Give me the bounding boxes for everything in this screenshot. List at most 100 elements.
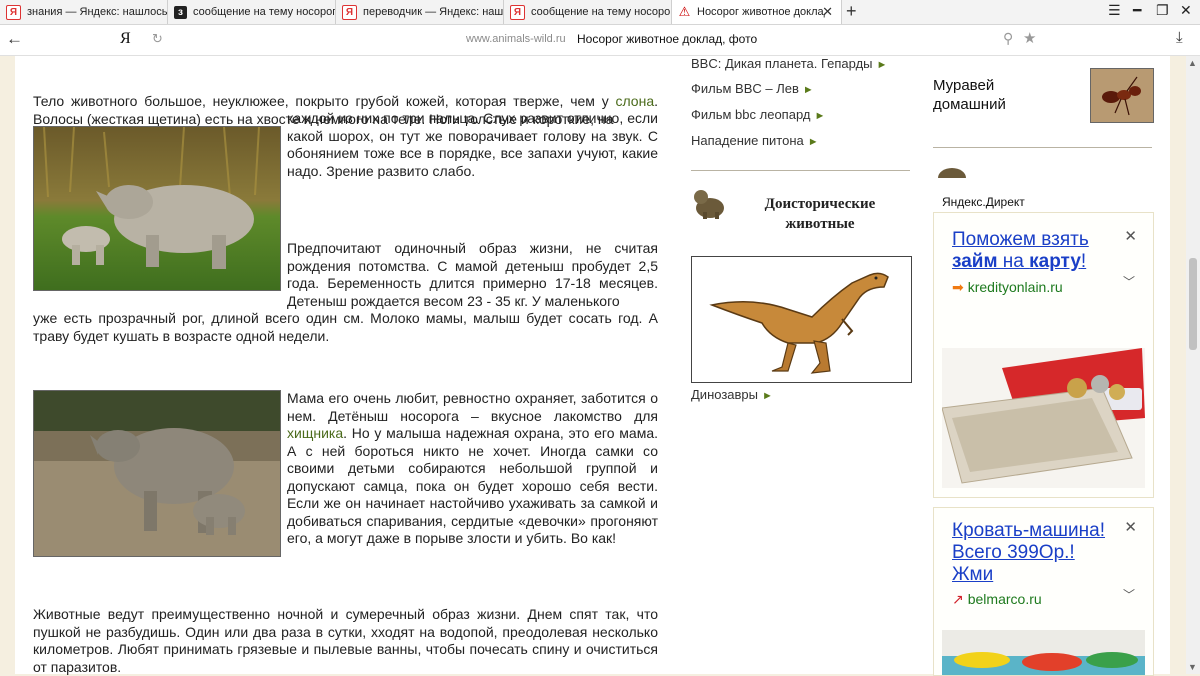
link-text[interactable]: Фильм BBC – Лев: [691, 81, 799, 96]
yandex-direct-label[interactable]: Яндекс.Директ: [942, 195, 1025, 209]
arrow-right-icon: ➡: [952, 279, 964, 295]
close-icon[interactable]: ✕: [1124, 518, 1137, 536]
search-icon[interactable]: ⚲: [1003, 30, 1013, 47]
link-bbc-lion[interactable]: Фильм BBC – Лев ►: [691, 81, 814, 96]
link-elephant[interactable]: слона: [615, 93, 654, 109]
article-paragraph-4: Животные ведут преимущественно ночной и …: [33, 606, 658, 675]
address-page-title[interactable]: Носорог животное доклад, фото: [577, 32, 757, 46]
ad-title-bold[interactable]: займ: [952, 251, 998, 272]
ad-title-line[interactable]: на: [998, 251, 1030, 272]
arrow-diagonal-icon: ↗: [952, 591, 964, 607]
ad-block-1[interactable]: Поможем взять займ на карту! ✕ ﹀ ➡ kredit…: [933, 212, 1154, 498]
ad-title-line[interactable]: Жми: [952, 564, 993, 585]
link-dinosaurs[interactable]: Динозавры ►: [691, 387, 773, 402]
prehistoric-animals-title[interactable]: Доисторические животные: [740, 194, 900, 234]
ad-domain-text[interactable]: belmarco.ru: [968, 591, 1042, 607]
rhino-photo-1: [33, 126, 281, 291]
ad-money-image[interactable]: [941, 348, 1145, 488]
article-paragraph-3: Мама его очень любит, ревностно охраняет…: [287, 390, 658, 548]
prehistoric-animal-icon: [691, 186, 729, 220]
new-tab-button[interactable]: +: [846, 1, 857, 22]
ad-block-2[interactable]: Кровать-машина! Всего 399Ор.! Жми ✕ ﹀ ↗ b…: [933, 507, 1154, 676]
link-python-attack[interactable]: Нападение питона ►: [691, 133, 819, 148]
ad-title[interactable]: Кровать-машина! Всего 399Ор.! Жми: [952, 520, 1105, 586]
arrow-icon: ►: [762, 390, 773, 402]
text: . Но у малыша надежная охрана, это его м…: [287, 425, 658, 546]
close-tab-icon[interactable]: ✕: [822, 4, 833, 20]
arrow-icon: ►: [814, 110, 826, 122]
animal-thumb-icon: [933, 164, 971, 178]
scrollbar-thumb[interactable]: [1189, 258, 1197, 350]
scroll-up-arrow-icon[interactable]: ▲: [1188, 58, 1197, 68]
address-domain[interactable]: www.animals-wild.ru: [466, 33, 566, 45]
close-window-icon[interactable]: ✕: [1180, 2, 1192, 19]
arrow-icon: ►: [807, 136, 819, 148]
back-arrow-icon[interactable]: ←: [6, 29, 23, 49]
ad-bed-image[interactable]: [942, 630, 1145, 675]
yandex-logo[interactable]: Я: [120, 30, 131, 48]
close-icon[interactable]: ✕: [1124, 227, 1137, 245]
ad-title-line[interactable]: Поможем взять: [952, 229, 1089, 250]
tab-bar: Я знания — Яндекс: нашлось 8 з сообщение…: [0, 0, 1200, 25]
reload-icon[interactable]: ↻: [152, 31, 163, 47]
yandex-icon: Я: [510, 4, 525, 20]
menu-icon[interactable]: ☰: [1108, 2, 1121, 19]
link-bbc-leopard[interactable]: Фильм bbc леопард ►: [691, 107, 825, 122]
rhino-photo-2: [33, 390, 281, 557]
ad-title[interactable]: Поможем взять займ на карту!: [952, 229, 1089, 273]
yandex-icon: Я: [6, 4, 21, 20]
link-text[interactable]: BBC: Дикая планета. Гепарды: [691, 56, 873, 71]
link-text[interactable]: Фильм bbc леопард: [691, 107, 810, 122]
yandex-icon: Я: [342, 4, 357, 20]
ad-title-bold[interactable]: карту: [1029, 251, 1081, 272]
article-paragraph-1-wrap: каждой из них по три пальца. Слух развит…: [287, 110, 658, 179]
text: Тело животного большое, неуклюжее, покры…: [33, 93, 616, 109]
scrollbar[interactable]: ▲ ▼: [1186, 56, 1200, 674]
chevron-down-icon[interactable]: ﹀: [1123, 586, 1135, 603]
link-text[interactable]: Нападение питона: [691, 133, 804, 148]
ad-domain[interactable]: ➡ kredityonlain.ru: [952, 279, 1063, 296]
tab-2[interactable]: з сообщение на тему носорог: [168, 0, 336, 24]
download-icon[interactable]: ⤓: [1176, 29, 1183, 46]
chevron-down-icon[interactable]: ﹀: [1123, 273, 1135, 290]
title-line[interactable]: животные: [785, 216, 854, 232]
link-predator[interactable]: хищника: [287, 425, 343, 441]
article-paragraph-2-full: уже есть прозрачный рог, длиной всего од…: [33, 310, 658, 344]
link-bbc-cheetahs[interactable]: BBC: Дикая планета. Гепарды ►: [691, 56, 887, 71]
tab-1[interactable]: Я знания — Яндекс: нашлось 8: [0, 0, 168, 24]
minimize-icon[interactable]: ━: [1133, 2, 1141, 19]
restore-icon[interactable]: ❐: [1156, 2, 1169, 19]
title-line[interactable]: Муравей: [933, 77, 994, 94]
title-line[interactable]: Доисторические: [765, 196, 876, 212]
page-viewport: Тело животного большое, неуклюжее, покры…: [0, 56, 1200, 676]
dinosaur-image[interactable]: [691, 256, 912, 383]
tab-label: знания — Яндекс: нашлось 8: [27, 6, 167, 18]
tab-3[interactable]: Я переводчик — Яндекс: нашл: [336, 0, 504, 24]
site-icon: з: [174, 5, 187, 19]
text: Мама его очень любит, ревностно охраняет…: [287, 390, 658, 424]
ant-photo[interactable]: [1090, 68, 1154, 123]
title-line[interactable]: домашний: [933, 96, 1006, 113]
tab-label: Носорог животное доклад: [697, 6, 825, 18]
ad-domain[interactable]: ↗ belmarco.ru: [952, 591, 1042, 608]
tab-active[interactable]: ⚠ Носорог животное доклад ✕: [672, 0, 842, 24]
ad-title-line[interactable]: Всего 399Ор.!: [952, 542, 1075, 563]
arrow-icon: ►: [802, 84, 814, 96]
address-bar[interactable]: ← Я ↻ www.animals-wild.ru Носорог животн…: [0, 25, 1200, 56]
tab-label: сообщение на тему носорог: [193, 6, 335, 18]
divider: [691, 170, 910, 171]
article-paragraph-2: Предпочитают одиночный образ жизни, не с…: [287, 240, 658, 309]
ad-title-line[interactable]: Кровать-машина!: [952, 520, 1105, 541]
link-text[interactable]: Динозавры: [691, 387, 758, 402]
warning-icon: ⚠: [678, 4, 691, 19]
divider: [933, 147, 1152, 148]
arrow-icon: ►: [876, 59, 888, 71]
ad-domain-text[interactable]: kredityonlain.ru: [968, 279, 1063, 295]
star-icon[interactable]: ★: [1023, 29, 1036, 47]
ad-title-line[interactable]: !: [1081, 251, 1086, 272]
scroll-down-arrow-icon[interactable]: ▼: [1188, 662, 1197, 672]
tab-4[interactable]: Я сообщение на тему носорог: [504, 0, 672, 24]
tab-label: сообщение на тему носорог: [531, 6, 671, 18]
ant-link[interactable]: Муравей домашний: [933, 76, 1006, 114]
tab-label: переводчик — Яндекс: нашл: [363, 6, 503, 18]
